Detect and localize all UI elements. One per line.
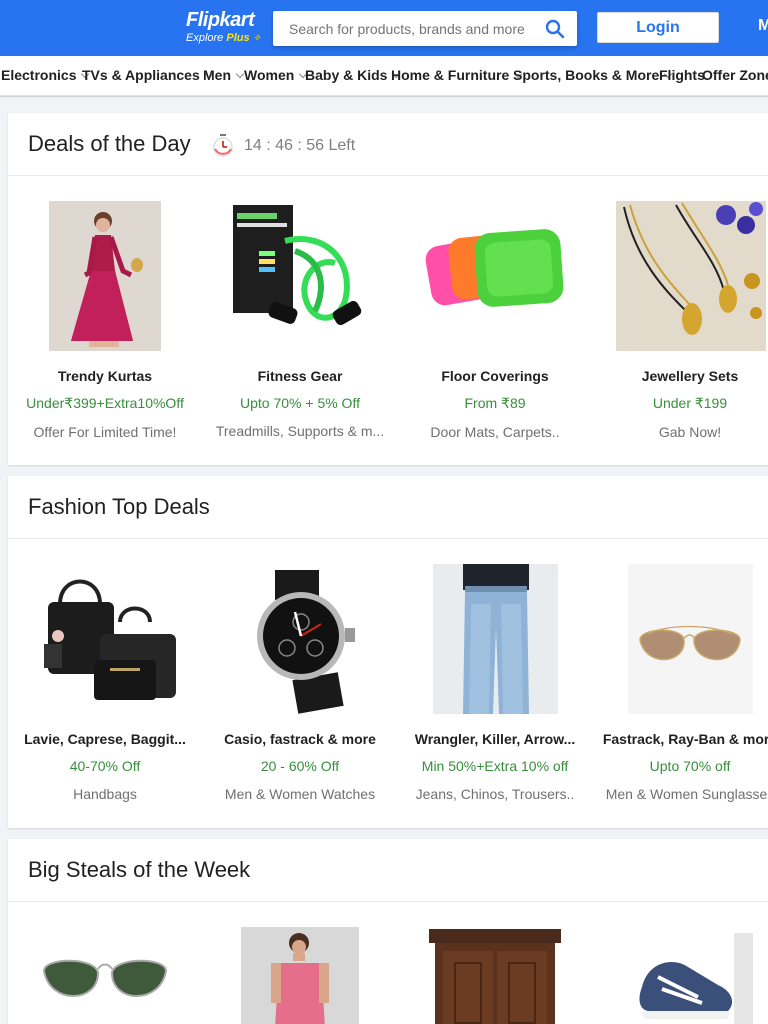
card-subtitle: Gab Now!: [658, 424, 722, 440]
product-image: [30, 927, 180, 1024]
steal-card-shoes[interactable]: [600, 927, 768, 1024]
section-title: Big Steals of the Week: [28, 857, 251, 882]
nav-label: Sports, Books & More: [513, 67, 660, 83]
nav-item-sports-books[interactable]: Sports, Books & More: [513, 67, 673, 83]
category-nav: Electronics TVs & Appliances Men Women B…: [0, 56, 768, 96]
card-subtitle: Jeans, Chinos, Trousers..: [415, 786, 575, 802]
deal-timer: 14 : 46 : 56 Left: [244, 137, 356, 154]
nav-item-home-furniture[interactable]: Home & Furniture: [391, 67, 523, 83]
nav-item-baby-kids[interactable]: Baby & Kids: [305, 67, 401, 83]
product-image: [432, 564, 558, 714]
product-image: [420, 201, 570, 351]
card-offer: Min 50%+Extra 10% off: [421, 758, 569, 774]
deals-of-the-day-section: Deals of the Day 14 : 46 : 56 Left Trend…: [8, 113, 768, 465]
card-subtitle: Men & Women Sunglasses: [605, 786, 768, 802]
product-image: [627, 564, 753, 714]
card-title: Lavie, Caprese, Baggit...: [24, 731, 186, 747]
section-header: Big Steals of the Week: [8, 839, 768, 902]
section-title: Deals of the Day: [28, 131, 191, 156]
logo-tagline: Explore Plus ✧: [186, 32, 261, 45]
card-offer: Under ₹199: [652, 395, 728, 411]
nav-label: Offer Zone: [702, 67, 768, 83]
product-image: [49, 201, 161, 351]
login-button[interactable]: Login: [597, 12, 719, 43]
product-image: [425, 927, 565, 1024]
card-subtitle: Men & Women Watches: [224, 786, 376, 802]
card-offer: 20 - 60% Off: [260, 758, 340, 774]
top-header: Flipkart Explore Plus ✧ Login More: [0, 0, 768, 56]
more-menu[interactable]: More: [758, 17, 768, 35]
deal-card-fitness-gear[interactable]: Fitness Gear Upto 70% + 5% Off Treadmill…: [210, 201, 390, 439]
plus-star-icon: ✧: [252, 33, 262, 44]
nav-item-offer-zone[interactable]: Offer Zone: [702, 67, 768, 83]
steal-card-dress[interactable]: [210, 927, 390, 1024]
clock-icon: [213, 134, 233, 157]
product-image: [225, 564, 375, 714]
deal-card-jewellery-sets[interactable]: Jewellery Sets Under ₹199 Gab Now!: [600, 201, 768, 440]
card-offer: Under₹399+Extra10%Off: [26, 395, 184, 411]
section-header: Deals of the Day 14 : 46 : 56 Left: [8, 113, 768, 176]
steal-card-sunglasses[interactable]: [15, 927, 195, 1024]
nav-item-men[interactable]: Men: [203, 67, 245, 83]
nav-label: Men: [203, 67, 231, 83]
flipkart-logo[interactable]: Flipkart Explore Plus ✧: [186, 9, 261, 45]
search-icon: [545, 19, 565, 39]
card-title: Wrangler, Killer, Arrow...: [414, 731, 576, 747]
nav-label: Flights: [659, 67, 705, 83]
card-subtitle: Offer For Limited Time!: [33, 424, 177, 440]
fashion-card-sunglasses[interactable]: Fastrack, Ray-Ban & more Upto 70% off Me…: [600, 564, 768, 802]
fashion-card-watches[interactable]: Casio, fastrack & more 20 - 60% Off Men …: [210, 564, 390, 802]
big-steals-section: Big Steals of the Week: [8, 839, 768, 1024]
logo-plus: Plus: [226, 32, 250, 44]
card-offer: From ₹89: [464, 395, 526, 411]
card-offer: Upto 70% + 5% Off: [240, 395, 360, 411]
search-input[interactable]: [273, 11, 535, 46]
nav-item-flights[interactable]: Flights: [659, 67, 705, 83]
fashion-card-handbags[interactable]: Lavie, Caprese, Baggit... 40-70% Off Han…: [15, 564, 195, 802]
section-title: Fashion Top Deals: [28, 494, 210, 519]
card-title: Jewellery Sets: [641, 368, 739, 384]
logo-explore: Explore: [186, 32, 224, 44]
nav-label: Women: [244, 67, 295, 83]
card-title: Fastrack, Ray-Ban & more: [602, 731, 768, 747]
card-subtitle: Door Mats, Carpets..: [430, 424, 560, 440]
deal-card-trendy-kurtas[interactable]: Trendy Kurtas Under₹399+Extra10%Off Offe…: [15, 201, 195, 440]
steal-card-cabinet[interactable]: [405, 927, 585, 1024]
section-header: Fashion Top Deals: [8, 476, 768, 539]
product-image: [627, 927, 753, 1024]
nav-item-women[interactable]: Women: [244, 67, 308, 83]
card-title: Fitness Gear: [257, 368, 343, 384]
nav-item-tvs-appliances[interactable]: TVs & Appliances: [82, 67, 213, 83]
card-subtitle: Handbags: [73, 786, 137, 802]
product-image: [225, 201, 375, 351]
card-subtitle: Treadmills, Supports & m...: [215, 423, 385, 439]
search-button[interactable]: [545, 19, 565, 39]
card-title: Trendy Kurtas: [57, 368, 153, 384]
card-offer: Upto 70% off: [649, 758, 731, 774]
card-title: Floor Coverings: [441, 368, 549, 384]
nav-item-electronics[interactable]: Electronics: [1, 67, 90, 83]
search-bar: [273, 11, 577, 46]
chevron-down-icon: [235, 69, 245, 78]
product-image: [616, 201, 766, 351]
nav-label: Baby & Kids: [305, 67, 388, 83]
card-offer: 40-70% Off: [69, 758, 141, 774]
nav-label: TVs & Appliances: [82, 67, 200, 83]
logo-name: Flipkart: [186, 9, 255, 31]
product-image: [241, 927, 359, 1024]
product-image: [30, 564, 180, 714]
card-title: Casio, fastrack & more: [224, 731, 376, 747]
nav-label: Home & Furniture: [391, 67, 510, 83]
fashion-top-deals-section: Fashion Top Deals Lavie, Caprese, Baggit…: [8, 476, 768, 828]
nav-label: Electronics: [1, 67, 77, 83]
deal-card-floor-coverings[interactable]: Floor Coverings From ₹89 Door Mats, Carp…: [405, 201, 585, 440]
fashion-card-jeans[interactable]: Wrangler, Killer, Arrow... Min 50%+Extra…: [405, 564, 585, 802]
